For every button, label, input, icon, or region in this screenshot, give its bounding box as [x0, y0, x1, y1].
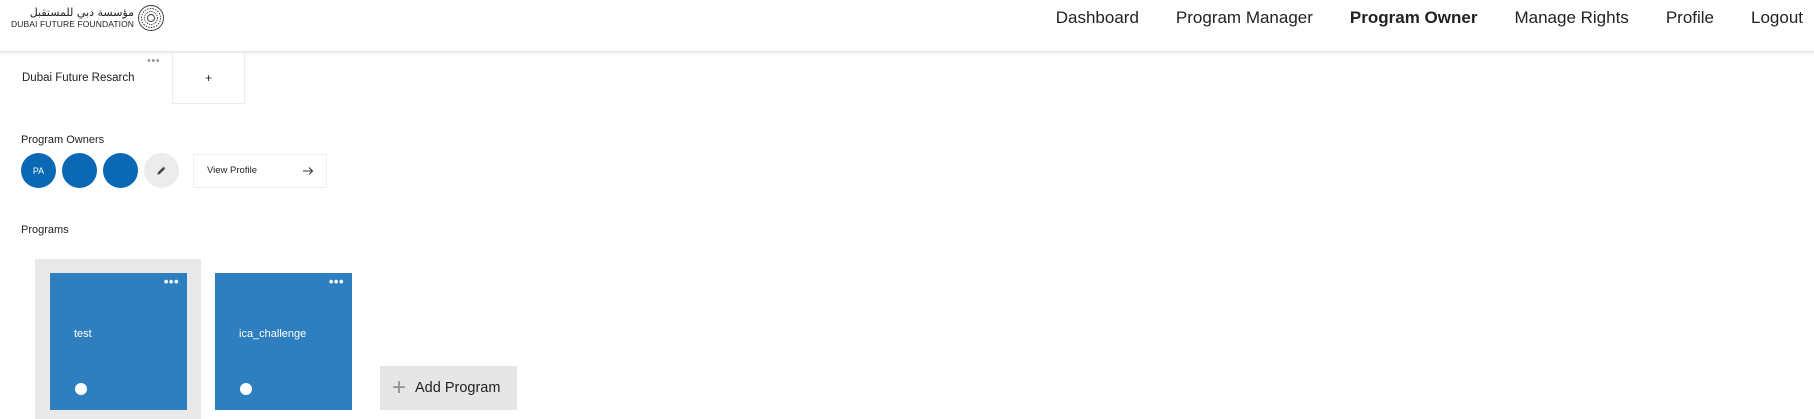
- pencil-icon: [157, 166, 166, 175]
- nav-profile[interactable]: Profile: [1666, 8, 1714, 28]
- logo-arabic-text: مؤسسة دبي للمستقبل: [29, 6, 135, 19]
- nav-program-owner[interactable]: Program Owner: [1350, 8, 1478, 28]
- add-program-button[interactable]: + Add Program: [380, 366, 517, 410]
- program-card-ica-challenge[interactable]: ••• ica_challenge: [215, 273, 352, 410]
- programs-heading: Programs: [21, 224, 69, 236]
- edit-owners-button[interactable]: [144, 153, 179, 188]
- avatar[interactable]: PA: [21, 153, 56, 188]
- status-dot: [75, 383, 87, 395]
- org-menu-dots[interactable]: •••: [147, 56, 160, 67]
- arrow-right-icon: [303, 166, 314, 175]
- avatar[interactable]: [103, 153, 138, 188]
- dubai-future-foundation-logo[interactable]: مؤسسة دبي للمستقبل DUBAI FUTURE FOUNDATI…: [11, 4, 165, 32]
- program-card-test[interactable]: ••• test: [50, 273, 187, 410]
- nav-dashboard[interactable]: Dashboard: [1056, 8, 1139, 28]
- card-menu-dots[interactable]: •••: [164, 275, 179, 288]
- dff-logo-icon: [138, 5, 164, 31]
- organization-name[interactable]: Dubai Future Resarch: [22, 72, 135, 84]
- main-nav: Dashboard Program Manager Program Owner …: [1019, 0, 1803, 36]
- card-menu-dots[interactable]: •••: [329, 275, 344, 288]
- status-dot: [240, 383, 252, 395]
- program-title: test: [74, 328, 92, 340]
- logo-text: مؤسسة دبي للمستقبل DUBAI FUTURE FOUNDATI…: [11, 6, 134, 30]
- nav-logout[interactable]: Logout: [1751, 8, 1803, 28]
- plus-icon: +: [392, 374, 407, 401]
- nav-program-manager[interactable]: Program Manager: [1176, 8, 1313, 28]
- avatar[interactable]: [62, 153, 97, 188]
- view-profile-button[interactable]: View Profile: [193, 153, 327, 188]
- nav-manage-rights[interactable]: Manage Rights: [1514, 8, 1628, 28]
- program-owners-row: PA View Profile: [21, 153, 327, 188]
- view-profile-label: View Profile: [207, 165, 257, 176]
- avatar-initials: PA: [32, 165, 45, 176]
- logo-english-text: DUBAI FUTURE FOUNDATION: [11, 19, 135, 29]
- program-title: ica_challenge: [239, 328, 307, 340]
- add-program-label: Add Program: [415, 380, 501, 396]
- program-owners-heading: Program Owners: [21, 134, 105, 146]
- top-header: مؤسسة دبي للمستقبل DUBAI FUTURE FOUNDATI…: [0, 0, 1814, 52]
- add-organization-button[interactable]: +: [172, 52, 245, 104]
- add-organization-label: +: [204, 71, 212, 85]
